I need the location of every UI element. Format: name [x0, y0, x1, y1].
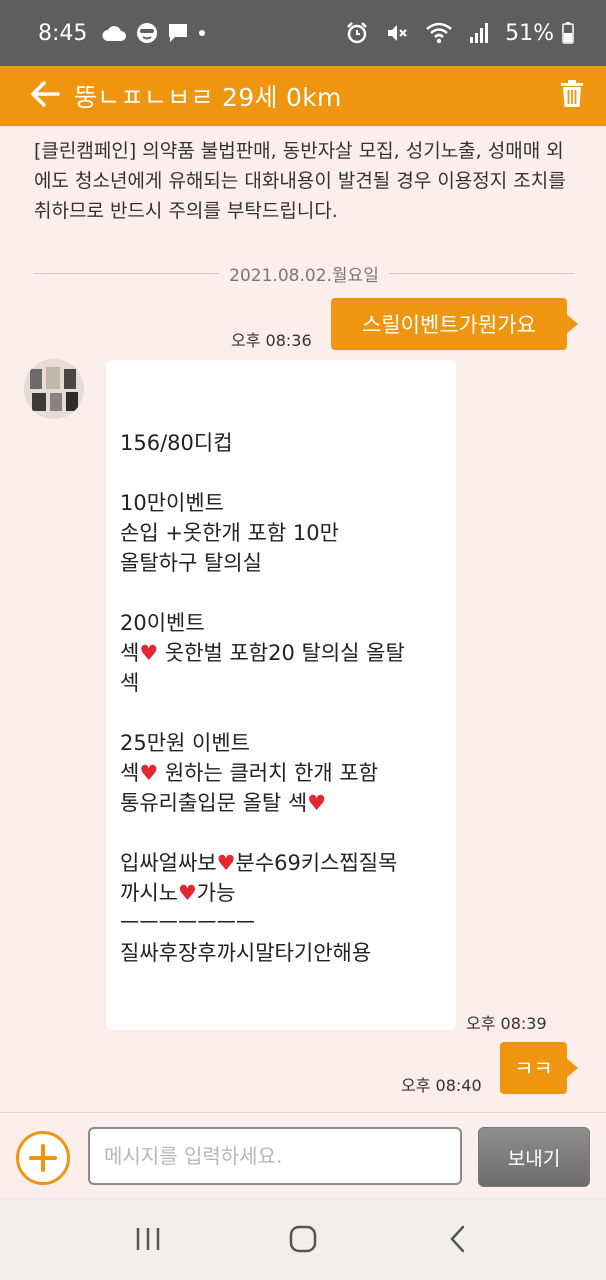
- status-bar: 8:45 51%: [0, 0, 606, 66]
- chat-partner-title: 뚱ㄴㅍㄴㅂㄹ 29세 0km: [74, 83, 342, 112]
- message-line: 섹: [120, 671, 140, 695]
- bubble-tail: [566, 314, 578, 334]
- home-icon[interactable]: [273, 1209, 333, 1269]
- mute-icon: [385, 21, 409, 45]
- message-line: 섹♥ 옷한벌 포함20 탈의실 올탈: [120, 641, 405, 665]
- clean-campaign-notice: [클린캠페인] 의약품 불법판매, 동반자살 모집, 성기노출, 성매매 외에도…: [34, 140, 566, 222]
- message-paragraph: 10만이벤트손입 +옷한개 포함 10만올탈하구 탈의실: [120, 488, 456, 578]
- system-nav-bar: [0, 1198, 606, 1280]
- wifi-icon: [425, 21, 453, 45]
- back-arrow-icon[interactable]: [30, 81, 60, 111]
- cloud-icon: [101, 24, 127, 42]
- outgoing-message[interactable]: 스릴이벤트가뭔가요: [331, 298, 567, 350]
- send-button[interactable]: 보내기: [478, 1127, 590, 1187]
- message-line: 까시노♥가능: [120, 881, 236, 905]
- face-icon: [135, 21, 159, 45]
- date-separator: 2021.08.02.월요일: [34, 261, 575, 286]
- message-line: 손입 +옷한개 포함 10만: [120, 521, 339, 545]
- alarm-icon: [345, 21, 369, 45]
- message-line: 섹♥ 원하는 클러치 한개 포함: [120, 761, 379, 785]
- message-input[interactable]: [88, 1127, 462, 1185]
- message-line: 질싸후장후까시말타기안해용: [120, 941, 372, 965]
- trash-icon[interactable]: [560, 80, 584, 112]
- message-time: 오후 08:40: [401, 1076, 482, 1095]
- message-line: 20이벤트: [120, 611, 205, 635]
- message-input-bar: 보내기: [0, 1112, 606, 1198]
- message-paragraph: 20이벤트섹♥ 옷한벌 포함20 탈의실 올탈섹: [120, 608, 456, 698]
- status-time: 8:45: [38, 20, 88, 46]
- date-label: 2021.08.02.월요일: [229, 265, 379, 286]
- message-paragraph: 25만원 이벤트섹♥ 원하는 클러치 한개 포함통유리출입문 올탈 섹♥: [120, 728, 456, 818]
- message-paragraph: 입싸얼싸보♥분수69키스찝질목까시노♥가능 ㅡㅡㅡㅡㅡㅡㅡ 질싸후장후까시말타기안해…: [120, 848, 456, 968]
- bubble-tail: [566, 1058, 578, 1078]
- dot-icon: [197, 28, 207, 38]
- message-icon: [167, 22, 189, 44]
- outgoing-message[interactable]: ㅋㅋ: [500, 1042, 567, 1094]
- signal-icon: [469, 22, 489, 44]
- message-line: 10만이벤트: [120, 491, 225, 515]
- message-line: 156/80디컵: [120, 431, 233, 455]
- chat-header: 뚱ㄴㅍㄴㅂㄹ 29세 0km: [0, 66, 606, 126]
- message-line: 올탈하구 탈의실: [120, 551, 262, 575]
- add-attachment-button[interactable]: [16, 1131, 70, 1185]
- battery-percent: 51%: [505, 20, 554, 46]
- chat-area[interactable]: [클린캠페인] 의약품 불법판매, 동반자살 모집, 성기노출, 성매매 외에도…: [0, 126, 606, 1112]
- recent-apps-icon[interactable]: [118, 1209, 178, 1269]
- back-icon[interactable]: [428, 1209, 488, 1269]
- plus-icon: [29, 1144, 57, 1172]
- incoming-message[interactable]: 156/80디컵 10만이벤트손입 +옷한개 포함 10만올탈하구 탈의실 20이벤…: [106, 360, 456, 1030]
- divider-line: [34, 272, 220, 274]
- avatar[interactable]: [24, 359, 84, 419]
- battery-icon: [562, 22, 574, 44]
- message-time: 오후 08:39: [466, 1014, 547, 1033]
- message-line: 통유리출입문 올탈 섹♥: [120, 791, 327, 815]
- message-paragraph: 156/80디컵: [120, 428, 456, 458]
- divider-line: [388, 272, 575, 274]
- message-line: 입싸얼싸보♥분수69키스찝질목: [120, 851, 398, 875]
- message-line: 25만원 이벤트: [120, 731, 250, 755]
- message-line: ㅡㅡㅡㅡㅡㅡㅡ: [120, 911, 256, 935]
- message-time: 오후 08:36: [231, 331, 312, 350]
- status-right-group: 51%: [345, 21, 582, 46]
